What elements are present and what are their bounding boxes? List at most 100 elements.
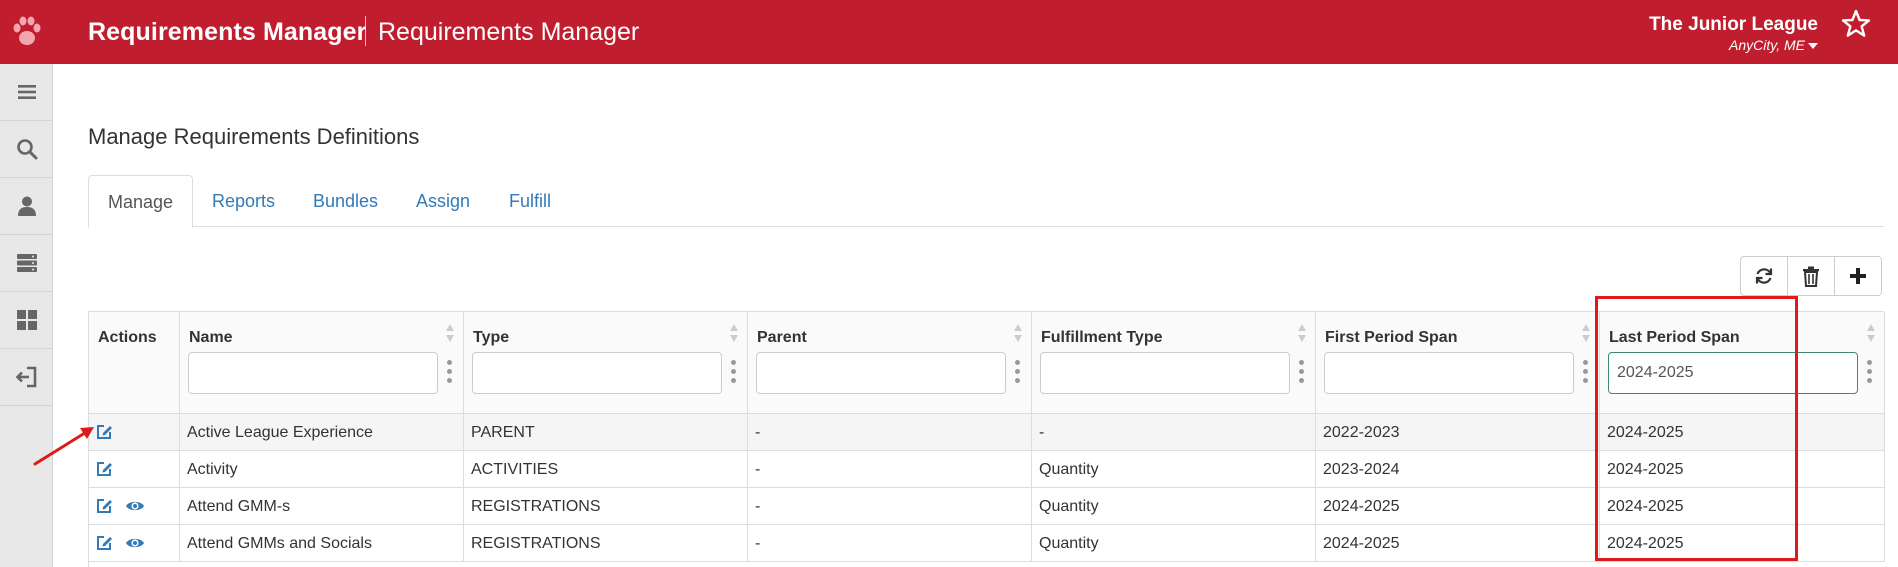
last-period-span-cell: 2024-2025 (1600, 525, 1885, 562)
column-header-parent[interactable]: Parent (748, 312, 1032, 414)
column-header-first-period-span[interactable]: First Period Span (1316, 312, 1600, 414)
user-icon (17, 196, 36, 216)
sidebar-item-menu[interactable] (0, 64, 53, 121)
sort-icon[interactable] (729, 323, 739, 343)
edit-icon[interactable] (95, 497, 113, 515)
plus-icon (1850, 268, 1866, 284)
column-header-type[interactable]: Type (464, 312, 748, 414)
tab-manage[interactable]: Manage (88, 175, 194, 228)
add-button[interactable] (1834, 256, 1882, 296)
table-row[interactable]: Attend GMMs and Socials REGISTRATIONS - … (89, 525, 1885, 562)
table-row[interactable]: Attend GMM-s REGISTRATIONS - Quantity 20… (89, 488, 1885, 525)
caret-down-icon (1808, 43, 1818, 50)
delete-button[interactable] (1787, 256, 1835, 296)
name-cell: Active League Experience (180, 414, 464, 451)
parent-cell: - (748, 525, 1032, 562)
column-menu-icon[interactable] (1583, 360, 1589, 386)
sidebar-item-user[interactable] (0, 178, 53, 235)
table-row[interactable]: Activity ACTIVITIES - Quantity 2023-2024… (89, 451, 1885, 488)
actions-cell (89, 451, 180, 488)
last-period-span-filter-input[interactable] (1608, 352, 1858, 394)
sidebar-item-sign-out[interactable] (0, 349, 53, 406)
column-label: Fulfillment Type (1041, 329, 1163, 346)
eye-icon[interactable] (125, 534, 145, 552)
column-header-name[interactable]: Name (180, 312, 464, 414)
star-icon[interactable] (1840, 8, 1872, 40)
sidebar (0, 64, 53, 567)
column-menu-icon[interactable] (1299, 360, 1305, 386)
paw-logo-icon[interactable] (8, 12, 46, 50)
column-header-actions: Actions (89, 312, 180, 414)
tab-bar: Manage Reports Bundles Assign Fulfill (88, 175, 1884, 228)
type-cell: ACTIVITIES (464, 451, 748, 488)
column-menu-icon[interactable] (447, 360, 453, 386)
fulfillment-type-cell: Quantity (1032, 451, 1316, 488)
requirements-grid: Actions Name Type Parent Fulfillment Typ… (88, 311, 1885, 567)
column-header-last-period-span[interactable]: Last Period Span (1600, 312, 1885, 414)
dashboard-icon (16, 310, 37, 330)
sort-icon[interactable] (1581, 323, 1591, 343)
edit-icon[interactable] (95, 534, 113, 552)
tab-bundles[interactable]: Bundles (313, 175, 378, 227)
tab-reports[interactable]: Reports (212, 175, 275, 227)
first-period-span-cell: 2024-2025 (1316, 525, 1600, 562)
sort-icon[interactable] (1866, 323, 1876, 343)
parent-cell: - (748, 414, 1032, 451)
last-period-span-cell: 2024-2025 (1600, 451, 1885, 488)
sidebar-item-dashboard[interactable] (0, 292, 53, 349)
column-label: Name (189, 329, 233, 346)
type-filter-input[interactable] (472, 352, 722, 394)
sidebar-item-server[interactable] (0, 235, 53, 292)
search-icon (16, 139, 37, 160)
first-period-span-filter-input[interactable] (1324, 352, 1574, 394)
sort-icon[interactable] (1013, 323, 1023, 343)
fulfillment-type-cell: Quantity (1032, 488, 1316, 525)
actions-cell (89, 525, 180, 562)
name-cell: Activity (180, 451, 464, 488)
column-header-fulfillment-type[interactable]: Fulfillment Type (1032, 312, 1316, 414)
first-period-span-cell: 2023-2024 (1316, 451, 1600, 488)
org-name: The Junior League (1649, 14, 1818, 35)
parent-filter-input[interactable] (756, 352, 1006, 394)
first-period-span-cell: 2022-2023 (1316, 414, 1600, 451)
name-filter-input[interactable] (188, 352, 438, 394)
column-label: Actions (98, 329, 157, 346)
first-period-span-cell: 2024-2025 (1316, 488, 1600, 525)
edit-icon[interactable] (95, 460, 113, 478)
column-label: Last Period Span (1609, 329, 1740, 346)
actions-cell (89, 488, 180, 525)
app-title[interactable]: Requirements Manager (88, 18, 366, 47)
refresh-button[interactable] (1740, 256, 1788, 296)
column-label: First Period Span (1325, 329, 1458, 346)
column-menu-icon[interactable] (1867, 360, 1873, 386)
edit-icon[interactable] (95, 423, 113, 441)
grid-toolbar (1740, 256, 1884, 296)
sort-icon[interactable] (1297, 323, 1307, 343)
column-menu-icon[interactable] (731, 360, 737, 386)
sign-out-icon (15, 366, 36, 388)
column-label: Type (473, 329, 510, 346)
org-city-label: AnyCity, ME (1729, 37, 1805, 53)
parent-cell: - (748, 488, 1032, 525)
last-period-span-cell: 2024-2025 (1600, 414, 1885, 451)
sort-icon[interactable] (445, 323, 455, 343)
tab-fulfill[interactable]: Fulfill (509, 175, 551, 227)
org-city-dropdown[interactable]: AnyCity, ME (1729, 37, 1818, 53)
sidebar-item-search[interactable] (0, 121, 53, 178)
server-icon (16, 254, 37, 272)
trash-icon (1803, 266, 1819, 287)
title-divider (365, 16, 366, 46)
type-cell: PARENT (464, 414, 748, 451)
column-label: Parent (757, 329, 807, 346)
name-cell: Attend GMMs and Socials (180, 525, 464, 562)
parent-cell: - (748, 451, 1032, 488)
tab-assign[interactable]: Assign (416, 175, 470, 227)
fulfillment-type-cell: - (1032, 414, 1316, 451)
top-bar: Requirements Manager Requirements Manage… (0, 0, 1898, 64)
fulfillment-type-filter-input[interactable] (1040, 352, 1290, 394)
eye-icon[interactable] (125, 497, 145, 515)
type-cell: REGISTRATIONS (464, 488, 748, 525)
name-cell: Attend GMM-s (180, 488, 464, 525)
column-menu-icon[interactable] (1015, 360, 1021, 386)
table-row[interactable]: Active League Experience PARENT - - 2022… (89, 414, 1885, 451)
